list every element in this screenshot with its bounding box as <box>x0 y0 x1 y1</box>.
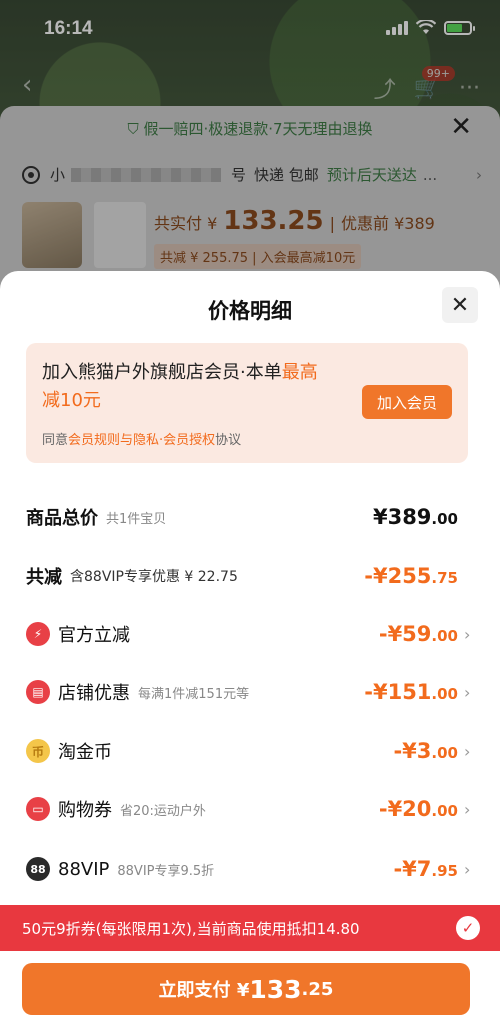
chevron-right-icon: › <box>464 682 471 702</box>
row-label: 88VIP <box>58 858 110 880</box>
amount-cents: .75 <box>431 569 458 587</box>
promo-text-prefix: 加入熊猫户外旗舰店会员·本单 <box>42 362 282 383</box>
row-label: 店铺优惠 <box>58 683 130 704</box>
row-amount: -¥3.00 <box>393 739 458 763</box>
amount-cents: .00 <box>431 685 458 703</box>
row-note: 含88VIP专享优惠 ¥ 22.75 <box>70 569 238 585</box>
price-row-store[interactable]: ▤ 店铺优惠 每满1件减151元等 -¥151.00 › <box>26 676 474 708</box>
check-icon[interactable]: ✓ <box>456 916 480 940</box>
row-label: 商品总价 <box>26 508 98 529</box>
amount-main: -¥151 <box>364 680 432 704</box>
row-label: 购物券 <box>58 800 112 821</box>
row-note: 每满1件减151元等 <box>138 686 250 702</box>
amount-main: -¥7 <box>393 857 432 881</box>
close-icon: ✕ <box>450 292 470 318</box>
price-row-official[interactable]: ⚡ 官方立减 -¥59.00 › <box>26 618 474 650</box>
chevron-right-icon: › <box>464 624 471 644</box>
row-note: 共1件宝贝 <box>106 511 167 527</box>
amount-cents: .00 <box>431 744 458 762</box>
ticket-icon: ▭ <box>26 797 50 821</box>
close-button[interactable]: ✕ <box>442 287 478 323</box>
amount-main: -¥20 <box>378 797 432 821</box>
agree-suffix: 协议 <box>215 433 242 448</box>
agree-prefix: 同意 <box>42 433 69 448</box>
amount-main: -¥59 <box>378 622 432 646</box>
row-note: 88VIP专享9.5折 <box>117 863 215 879</box>
row-amount: -¥255.75 <box>364 564 458 588</box>
agreement-link[interactable]: 会员规则与隐私·会员授权 <box>68 433 215 448</box>
row-amount: -¥151.00 <box>364 680 458 704</box>
row-note: 省20:运动户外 <box>120 803 206 819</box>
chevron-right-icon: › <box>464 799 471 819</box>
amount-main: -¥255 <box>364 564 432 588</box>
price-row-coupon[interactable]: ▭ 购物券 省20:运动户外 -¥20.00 › <box>26 793 474 825</box>
price-row-total: 商品总价 共1件宝贝 ¥389.00 <box>26 501 474 533</box>
coupon-text: 50元9折券(每张限用1次),当前商品使用抵扣14.80 <box>22 919 360 938</box>
row-amount: -¥59.00 <box>379 622 458 646</box>
amount-cents: .95 <box>431 862 458 880</box>
chevron-right-icon: › <box>464 741 471 761</box>
store-icon: ▤ <box>26 680 50 704</box>
chevron-right-icon: › <box>464 859 471 879</box>
amount-cents: .00 <box>431 627 458 645</box>
row-amount: -¥20.00 <box>379 797 458 821</box>
join-member-button[interactable]: 加入会员 <box>362 385 452 419</box>
amount-cents: .00 <box>431 802 458 820</box>
price-detail-sheet: 价格明细 ✕ 加入熊猫户外旗舰店会员·本单最高减10元 同意会员规则与隐私·会员… <box>0 271 500 1029</box>
row-label: 共减 <box>26 567 62 588</box>
pay-amount: 133 <box>249 974 302 1004</box>
membership-promo: 加入熊猫户外旗舰店会员·本单最高减10元 同意会员规则与隐私·会员授权协议 加入… <box>26 343 468 463</box>
coin-icon: 币 <box>26 739 50 763</box>
row-label: 官方立减 <box>58 625 130 646</box>
amount-main: ¥389 <box>372 505 432 529</box>
sheet-title: 价格明细 <box>208 299 292 323</box>
price-row-coin[interactable]: 币 淘金币 -¥3.00 › <box>26 735 474 767</box>
pay-label: 立即支付 ¥ <box>158 980 250 1001</box>
row-label: 淘金币 <box>58 742 112 763</box>
row-amount: -¥7.95 <box>393 857 458 881</box>
lightning-icon: ⚡ <box>26 622 50 646</box>
amount-main: -¥3 <box>393 739 432 763</box>
promo-text: 加入熊猫户外旗舰店会员·本单最高减10元 <box>42 359 332 415</box>
amount-cents: .00 <box>431 510 458 528</box>
coupon-banner[interactable]: 50元9折券(每张限用1次),当前商品使用抵扣14.80 ✓ <box>0 905 500 951</box>
promo-agreement: 同意会员规则与隐私·会员授权协议 <box>42 429 241 448</box>
pay-cents: .25 <box>301 978 334 1000</box>
pay-now-button[interactable]: 立即支付 ¥133.25 <box>22 963 470 1015</box>
price-row-88vip[interactable]: 88 88VIP 88VIP专享9.5折 -¥7.95 › <box>26 853 474 885</box>
vip-88-icon: 88 <box>26 857 50 881</box>
price-row-discount-total: 共减 含88VIP专享优惠 ¥ 22.75 -¥255.75 <box>26 560 474 592</box>
row-amount: ¥389.00 <box>373 505 458 529</box>
